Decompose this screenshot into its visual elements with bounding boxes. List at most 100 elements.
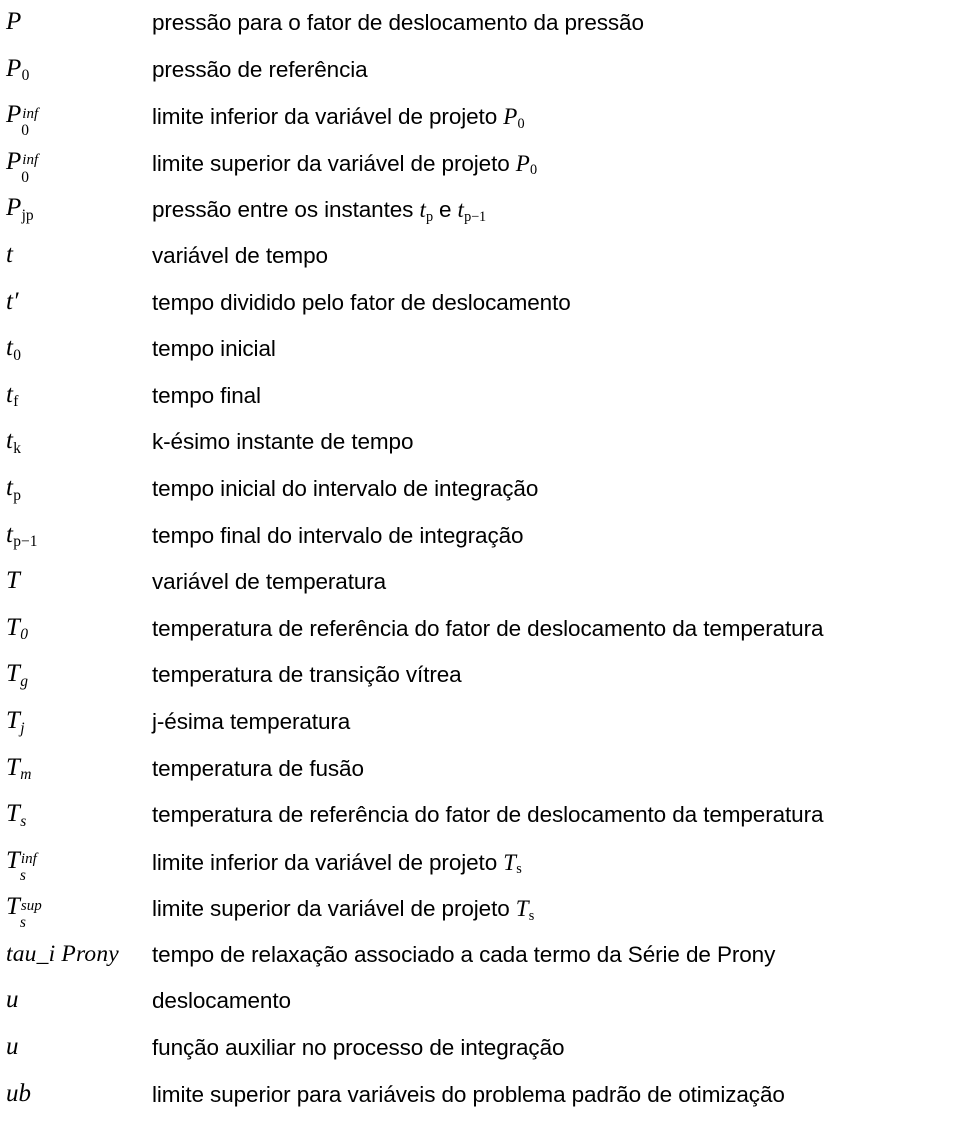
symbol-glyph: Tm — [6, 753, 32, 784]
description-cell: tempo final do intervalo de integração — [152, 513, 960, 548]
description-text: tempo inicial — [152, 336, 276, 362]
description-text: tempo inicial do intervalo de integração — [152, 475, 539, 501]
symbol-subscript: p−1 — [13, 533, 38, 551]
description-cell: limite superior para variáveis do proble… — [152, 1072, 960, 1107]
symbol-cell: Tinf s — [0, 839, 152, 885]
symbol-cell: tp — [0, 466, 152, 503]
symbol-cell: t0 — [0, 326, 152, 364]
symbol-cell: Pinf 0 — [0, 140, 152, 186]
description-cell: limite superior da variável de projeto T… — [152, 885, 960, 924]
symbol-glyph: T — [6, 567, 20, 595]
description-cell: pressão entre os instantes tp e tp−1 — [152, 186, 960, 226]
description-text: tempo de relaxação associado a cada term… — [152, 941, 776, 967]
nomenclature-entry: Pinf 0 limite inferior da variável de proj… — [0, 93, 960, 140]
description-text: variável de tempo — [152, 242, 328, 268]
description-cell: temperatura de referência do fator de de… — [152, 606, 960, 641]
symbol-glyph: Pjp — [6, 194, 34, 225]
symbol-superscript: inf — [20, 851, 37, 868]
symbol-subscript: k — [13, 439, 21, 457]
description-text: limite superior da variável de projeto — [152, 150, 516, 176]
nomenclature-entry: t0 tempo inicial — [0, 326, 960, 373]
description-cell: j-ésima temperatura — [152, 699, 960, 734]
symbol-glyph: P — [6, 8, 22, 35]
nomenclature-entry: u função auxiliar no processo de integraç… — [0, 1025, 960, 1072]
symbol-glyph: Pinf 0 — [6, 101, 39, 139]
inline-math: P0 — [503, 104, 525, 132]
description-text: pressão para o fator de deslocamento da … — [152, 10, 644, 35]
symbol-glyph: Ts — [6, 800, 27, 830]
nomenclature-entry: Tvariável de temperatura — [0, 559, 960, 606]
symbol-glyph: tau_i Prony — [6, 940, 119, 967]
description-cell: deslocamento — [152, 978, 960, 1013]
symbol-glyph: Pinf 0 — [6, 147, 39, 186]
symbol-cell: Pjp — [0, 186, 152, 225]
symbol-subscript: f — [13, 393, 19, 411]
symbol-cell: Ts — [0, 792, 152, 830]
symbol-cell: tk — [0, 419, 152, 456]
symbol-subscript: 0 — [13, 346, 21, 364]
symbol-glyph: tf — [6, 380, 19, 411]
description-cell: tempo inicial — [152, 326, 960, 361]
description-cell: variável de temperatura — [152, 559, 960, 594]
symbol-superscript: inf — [22, 105, 39, 122]
symbol-subscript: p — [13, 486, 21, 504]
symbol-cell: Tsup s — [0, 885, 152, 930]
nomenclature-entry: tp−1 tempo final do intervalo de integraç… — [0, 513, 960, 560]
nomenclature-entry: Tm temperatura de fusão — [0, 746, 960, 793]
nomenclature-entry: tp tempo inicial do intervalo de integraç… — [0, 466, 960, 513]
description-cell: k-ésimo instante de tempo — [152, 419, 960, 454]
nomenclature-entry: Tj j-ésima temperatura — [0, 699, 960, 746]
description-cell: temperatura de referência do fator de de… — [152, 792, 960, 827]
inline-math: Ts — [515, 896, 535, 924]
description-text: j-ésima temperatura — [152, 708, 351, 734]
symbol-glyph: t0 — [6, 334, 21, 364]
description-text: k-ésimo instante de tempo — [152, 429, 414, 455]
nomenclature-entry: Ppressão para o fator de deslocamento da… — [0, 0, 960, 47]
inline-math-subscript: p — [426, 209, 434, 226]
symbol-cell: u — [0, 978, 152, 1012]
inline-math-subscript: 0 — [530, 162, 538, 179]
symbol-subscript: s — [19, 867, 26, 885]
description-cell: tempo de relaxação associado a cada term… — [152, 932, 960, 967]
symbol-glyph: Tg — [6, 660, 28, 690]
nomenclature-entry: Pinf 0 limite superior da variável de proj… — [0, 140, 960, 187]
description-cell: tempo final — [152, 373, 960, 408]
symbol-glyph: T0 — [6, 613, 28, 644]
symbol-cell: ub — [0, 1072, 152, 1106]
description-cell: temperatura de fusão — [152, 746, 960, 781]
symbol-glyph: u — [6, 1033, 19, 1061]
symbol-cell: t — [0, 233, 152, 267]
symbol-cell: P0 — [0, 47, 152, 85]
description-cell: tempo inicial do intervalo de integração — [152, 466, 960, 501]
description-text: limite superior da variável de projeto — [152, 896, 516, 922]
description-text: temperatura de fusão — [152, 755, 364, 781]
symbol-superscript: inf — [22, 152, 39, 169]
description-text: deslocamento — [152, 988, 291, 1014]
nomenclature-list: Ppressão para o fator de deslocamento da… — [0, 0, 960, 1147]
nomenclature-entry: Tsup s limite superior da variável de proj… — [0, 885, 960, 932]
inline-math: P0 — [515, 150, 538, 179]
symbol-subscript: 0 — [21, 168, 30, 186]
inline-math: tp — [419, 197, 434, 226]
description-text: limite inferior da variável de projeto — [152, 849, 504, 875]
symbol-subscript: jp — [21, 207, 34, 225]
symbol-cell: Tg — [0, 652, 152, 690]
nomenclature-entry: tau_i Prony tempo de relaxação associado … — [0, 932, 960, 979]
description-text: tempo final do intervalo de integração — [152, 522, 524, 548]
description-text: tempo dividido pelo fator de deslocament… — [152, 289, 571, 315]
symbol-glyph: Tinf s — [6, 846, 37, 885]
nomenclature-entry: t variável de tempo — [0, 233, 960, 280]
description-text: variável de temperatura — [152, 569, 387, 595]
symbol-glyph: t′ — [6, 287, 19, 315]
description-cell: temperatura de transição vítrea — [152, 652, 960, 687]
symbol-cell: t′ — [0, 280, 152, 314]
symbol-cell: tau_i Prony — [0, 932, 152, 967]
description-cell: pressão para o fator de deslocamento da … — [152, 0, 960, 35]
symbol-subscript: 0 — [20, 626, 28, 644]
inline-math-subscript: p−1 — [464, 209, 487, 226]
symbol-superscript: sup — [20, 897, 42, 914]
symbol-cell: Tj — [0, 699, 152, 736]
nomenclature-entry: Tinf s limite inferior da variável de proj… — [0, 839, 960, 886]
nomenclature-entry: u deslocamento — [0, 978, 960, 1025]
symbol-subscript: 0 — [21, 67, 30, 85]
